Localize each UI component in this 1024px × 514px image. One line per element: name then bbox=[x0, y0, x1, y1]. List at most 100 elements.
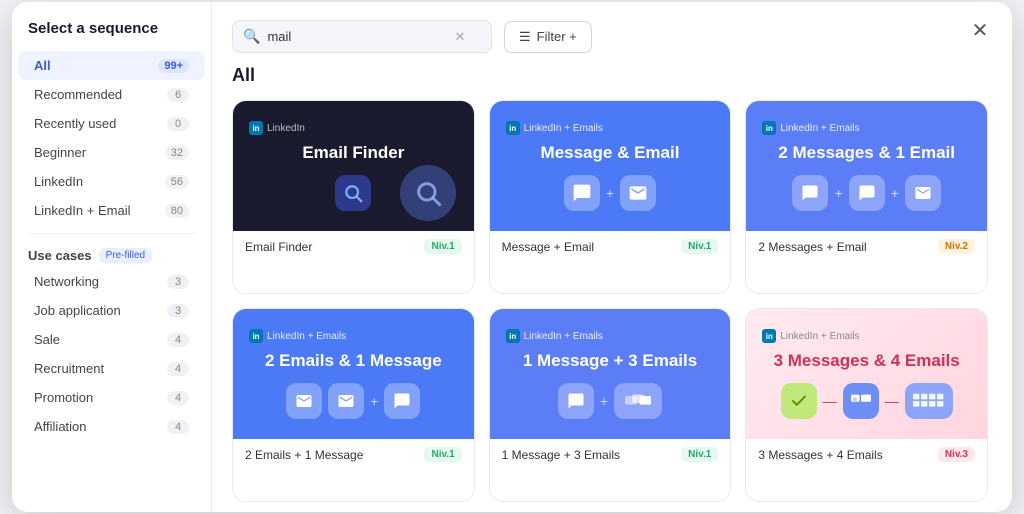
sidebar-item-label: Affiliation bbox=[34, 419, 87, 434]
check-icon-box bbox=[781, 383, 817, 419]
card-footer: Message + Email Niv.1 bbox=[490, 231, 731, 262]
sidebar: Select a sequence All 99+ Recommended 6 … bbox=[12, 2, 212, 512]
message-icon-box bbox=[792, 175, 828, 211]
sidebar-item-badge: 0 bbox=[167, 117, 189, 131]
card-icons-row: + bbox=[558, 383, 662, 419]
pre-filled-badge: Pre-filled bbox=[99, 248, 152, 263]
niv-badge: Niv.1 bbox=[681, 239, 718, 254]
email-icon-box-1 bbox=[286, 383, 322, 419]
sidebar-item-label: LinkedIn bbox=[34, 174, 83, 189]
card-footer: 1 Message + 3 Emails Niv.1 bbox=[490, 439, 731, 470]
linkedin-icon: in bbox=[506, 121, 520, 135]
dash-sign: — bbox=[823, 393, 837, 409]
card-title: 3 Messages & 4 Emails bbox=[774, 351, 960, 371]
sidebar-item-networking[interactable]: Networking 3 bbox=[18, 267, 205, 296]
sidebar-item-badge: 80 bbox=[165, 204, 189, 218]
sidebar-item-label: Promotion bbox=[34, 390, 93, 405]
niv-badge: Niv.1 bbox=[681, 447, 718, 462]
card-2emails-1message[interactable]: in LinkedIn + Emails 2 Emails & 1 Messag… bbox=[232, 308, 475, 502]
card-title: Message & Email bbox=[541, 143, 680, 163]
sidebar-item-sale[interactable]: Sale 4 bbox=[18, 325, 205, 354]
sidebar-item-all[interactable]: All 99+ bbox=[18, 51, 205, 80]
card-email-finder[interactable]: in LinkedIn Email Finder bbox=[232, 100, 475, 294]
sidebar-item-linkedin-email[interactable]: LinkedIn + Email 80 bbox=[18, 196, 205, 225]
card-name: Message + Email bbox=[502, 240, 594, 254]
card-visual: in LinkedIn + Emails Message & Email + bbox=[490, 101, 731, 231]
use-cases-header: Use cases Pre-filled bbox=[12, 242, 211, 267]
card-icons-row: + + bbox=[792, 175, 940, 211]
card-visual: in LinkedIn + Emails 1 Message + 3 Email… bbox=[490, 309, 731, 439]
main-content: 🔍 ✕ ☰ Filter + All in LinkedIn Email Fin… bbox=[212, 2, 1012, 512]
card-name: 1 Message + 3 Emails bbox=[502, 448, 620, 462]
message-icon-box bbox=[384, 383, 420, 419]
email-icon-box bbox=[620, 175, 656, 211]
sidebar-item-badge: 4 bbox=[167, 420, 189, 434]
card-visual: in LinkedIn + Emails 3 Messages & 4 Emai… bbox=[746, 309, 987, 439]
sidebar-item-affiliation[interactable]: Affiliation 4 bbox=[18, 412, 205, 441]
card-footer: 2 Emails + 1 Message Niv.1 bbox=[233, 439, 474, 470]
select-sequence-modal: ✕ Select a sequence All 99+ Recommended … bbox=[12, 2, 1012, 512]
sidebar-item-label: All bbox=[34, 58, 51, 73]
close-button[interactable]: ✕ bbox=[966, 16, 994, 44]
sidebar-item-label: Recently used bbox=[34, 116, 116, 131]
sidebar-item-beginner[interactable]: Beginner 32 bbox=[18, 138, 205, 167]
card-footer: 2 Messages + Email Niv.2 bbox=[746, 231, 987, 262]
card-platform-tag: in LinkedIn + Emails bbox=[506, 329, 603, 343]
card-icons-row: + bbox=[564, 175, 656, 211]
plus-sign: + bbox=[600, 393, 608, 409]
card-3messages-4emails[interactable]: in LinkedIn + Emails 3 Messages & 4 Emai… bbox=[745, 308, 988, 502]
sidebar-item-job-application[interactable]: Job application 3 bbox=[18, 296, 205, 325]
sidebar-item-recommended[interactable]: Recommended 6 bbox=[18, 80, 205, 109]
card-visual: in LinkedIn + Emails 2 Messages & 1 Emai… bbox=[746, 101, 987, 231]
filter-button[interactable]: ☰ Filter + bbox=[504, 21, 592, 53]
search-row: 🔍 ✕ ☰ Filter + bbox=[232, 20, 992, 53]
linkedin-icon: in bbox=[506, 329, 520, 343]
sidebar-item-label: Beginner bbox=[34, 145, 86, 160]
svg-text:rr: rr bbox=[853, 397, 857, 403]
search-input[interactable] bbox=[267, 29, 447, 44]
sidebar-item-badge: 4 bbox=[167, 333, 189, 347]
card-title: 2 Emails & 1 Message bbox=[265, 351, 442, 371]
clear-icon[interactable]: ✕ bbox=[454, 29, 465, 45]
sidebar-divider bbox=[28, 233, 195, 234]
card-title: 1 Message + 3 Emails bbox=[523, 351, 697, 371]
card-platform-tag: in LinkedIn bbox=[249, 121, 305, 135]
use-cases-label: Use cases bbox=[28, 248, 92, 263]
sidebar-item-promotion[interactable]: Promotion 4 bbox=[18, 383, 205, 412]
linkedin-icon: in bbox=[762, 121, 776, 135]
sidebar-item-badge: 99+ bbox=[158, 59, 189, 73]
card-title: Email Finder bbox=[302, 143, 404, 163]
linkedin-icon: in bbox=[249, 121, 263, 135]
sidebar-item-linkedin[interactable]: LinkedIn 56 bbox=[18, 167, 205, 196]
card-icons-row bbox=[335, 175, 371, 211]
sidebar-item-badge: 3 bbox=[167, 304, 189, 318]
card-icons-row: + bbox=[286, 383, 420, 419]
card-platform-tag: in LinkedIn + Emails bbox=[762, 121, 859, 135]
card-visual: in LinkedIn Email Finder bbox=[233, 101, 474, 231]
search-icon: 🔍 bbox=[243, 28, 260, 45]
card-footer: 3 Messages + 4 Emails Niv.3 bbox=[746, 439, 987, 470]
filter-label: Filter + bbox=[537, 29, 577, 44]
sidebar-item-recruitment[interactable]: Recruitment 4 bbox=[18, 354, 205, 383]
message-icon-box-2 bbox=[849, 175, 885, 211]
card-name: 2 Emails + 1 Message bbox=[245, 448, 363, 462]
card-icons-row: — rr — bbox=[781, 383, 953, 419]
card-2messages-1email[interactable]: in LinkedIn + Emails 2 Messages & 1 Emai… bbox=[745, 100, 988, 294]
sidebar-item-label: Recommended bbox=[34, 87, 122, 102]
emails-grid-box bbox=[905, 383, 953, 419]
card-name: 3 Messages + 4 Emails bbox=[758, 448, 882, 462]
emails-stacked-box bbox=[614, 383, 662, 419]
filter-icon: ☰ bbox=[519, 29, 531, 45]
sidebar-item-badge: 3 bbox=[167, 275, 189, 289]
bg-search-circle bbox=[400, 165, 456, 221]
search-box: 🔍 ✕ bbox=[232, 20, 492, 53]
sidebar-item-badge: 56 bbox=[165, 175, 189, 189]
card-message-email[interactable]: in LinkedIn + Emails Message & Email + bbox=[489, 100, 732, 294]
card-1message-3emails[interactable]: in LinkedIn + Emails 1 Message + 3 Email… bbox=[489, 308, 732, 502]
sidebar-item-recently-used[interactable]: Recently used 0 bbox=[18, 109, 205, 138]
search-box-icon bbox=[335, 175, 371, 211]
sidebar-item-label: Networking bbox=[34, 274, 99, 289]
linkedin-icon: in bbox=[762, 329, 776, 343]
sidebar-item-label: Job application bbox=[34, 303, 121, 318]
card-name: Email Finder bbox=[245, 240, 312, 254]
